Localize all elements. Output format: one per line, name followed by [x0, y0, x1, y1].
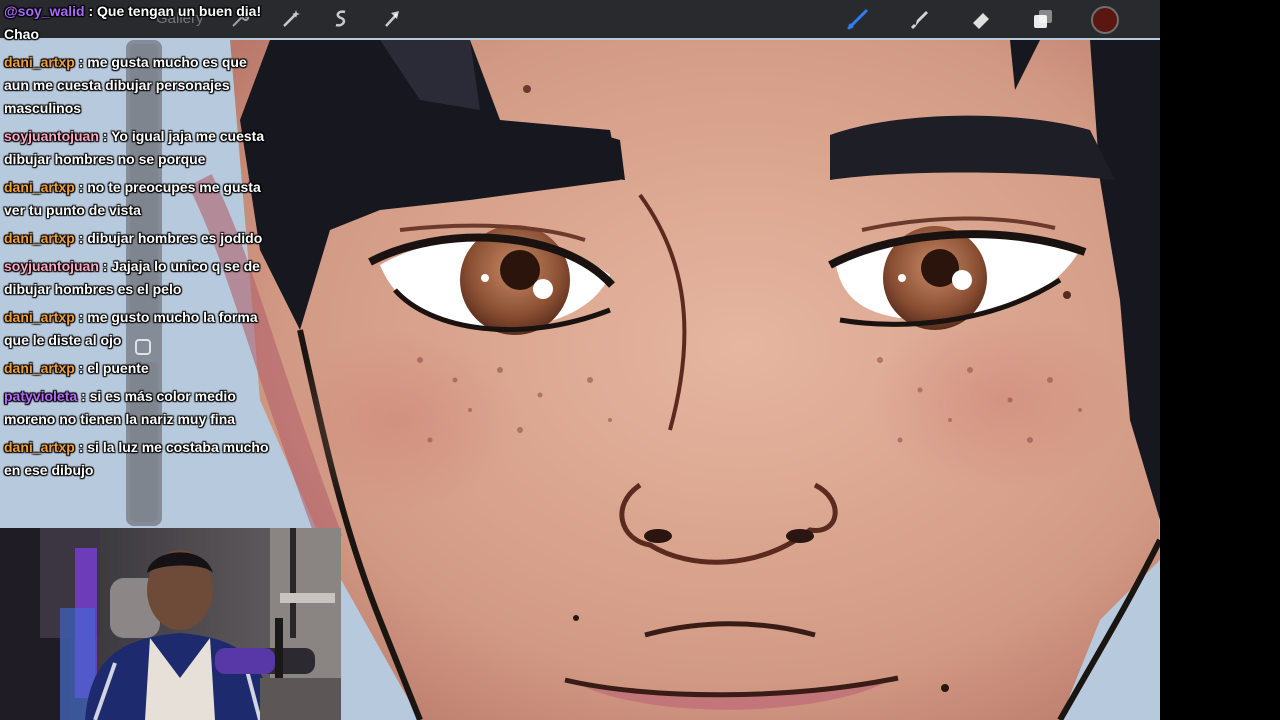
chat-message: @soy_walid : Que tengan un buen dia! Cha… [4, 0, 269, 46]
chat-message: dani_artxp : si la luz me costaba mucho … [4, 436, 269, 482]
brush-icon[interactable] [846, 7, 870, 31]
chat-username: dani_artxp [4, 360, 75, 376]
chat-username: dani_artxp [4, 439, 75, 455]
chat-message: dani_artxp : dibujar hombres es jodido [4, 227, 269, 250]
layers-icon[interactable] [1031, 7, 1055, 31]
chat-username: dani_artxp [4, 309, 75, 325]
chat-message: dani_artxp : me gusta mucho es que aun m… [4, 51, 269, 120]
chat-message: soyjuantojuan : Jajaja lo unico q se de … [4, 255, 269, 301]
stream-frame: Gallery @soy_walid: Que tengan un buen … [0, 0, 1280, 720]
chat-overlay: @soy_walid : Que tengan un buen dia! Cha… [4, 0, 269, 487]
transform-arrow-icon[interactable] [380, 7, 404, 31]
chat-message: dani_artxp : el puente [4, 357, 269, 380]
chat-username: dani_artxp [4, 54, 75, 70]
magic-wand-icon[interactable] [279, 7, 303, 31]
selection-icon[interactable] [329, 7, 353, 31]
right-letterbox [1160, 0, 1280, 720]
chat-message: dani_artxp : me gusto mucho la forma que… [4, 306, 269, 352]
chat-username: soyjuantojuan [4, 258, 99, 274]
chat-username: patyvioleta [4, 388, 78, 404]
smudge-icon[interactable] [907, 7, 931, 31]
chat-username: dani_artxp [4, 230, 75, 246]
chat-text: : dibujar hombres es jodido [74, 230, 263, 246]
streamer-webcam-image [0, 528, 341, 720]
chat-username: dani_artxp [4, 179, 75, 195]
chat-message: dani_artxp : no te preocupes me gusta ve… [4, 176, 269, 222]
chat-username: @soy_walid [4, 3, 85, 19]
color-picker-button[interactable] [1091, 6, 1119, 34]
chat-username: soyjuantojuan [4, 128, 99, 144]
chat-message: patyvioleta : si es más color medio more… [4, 385, 269, 431]
eraser-icon[interactable] [969, 7, 993, 31]
chat-text: : el puente [74, 360, 149, 376]
chat-message: soyjuantojuan : Yo igual jaja me cuesta … [4, 125, 269, 171]
webcam-overlay [0, 528, 341, 720]
